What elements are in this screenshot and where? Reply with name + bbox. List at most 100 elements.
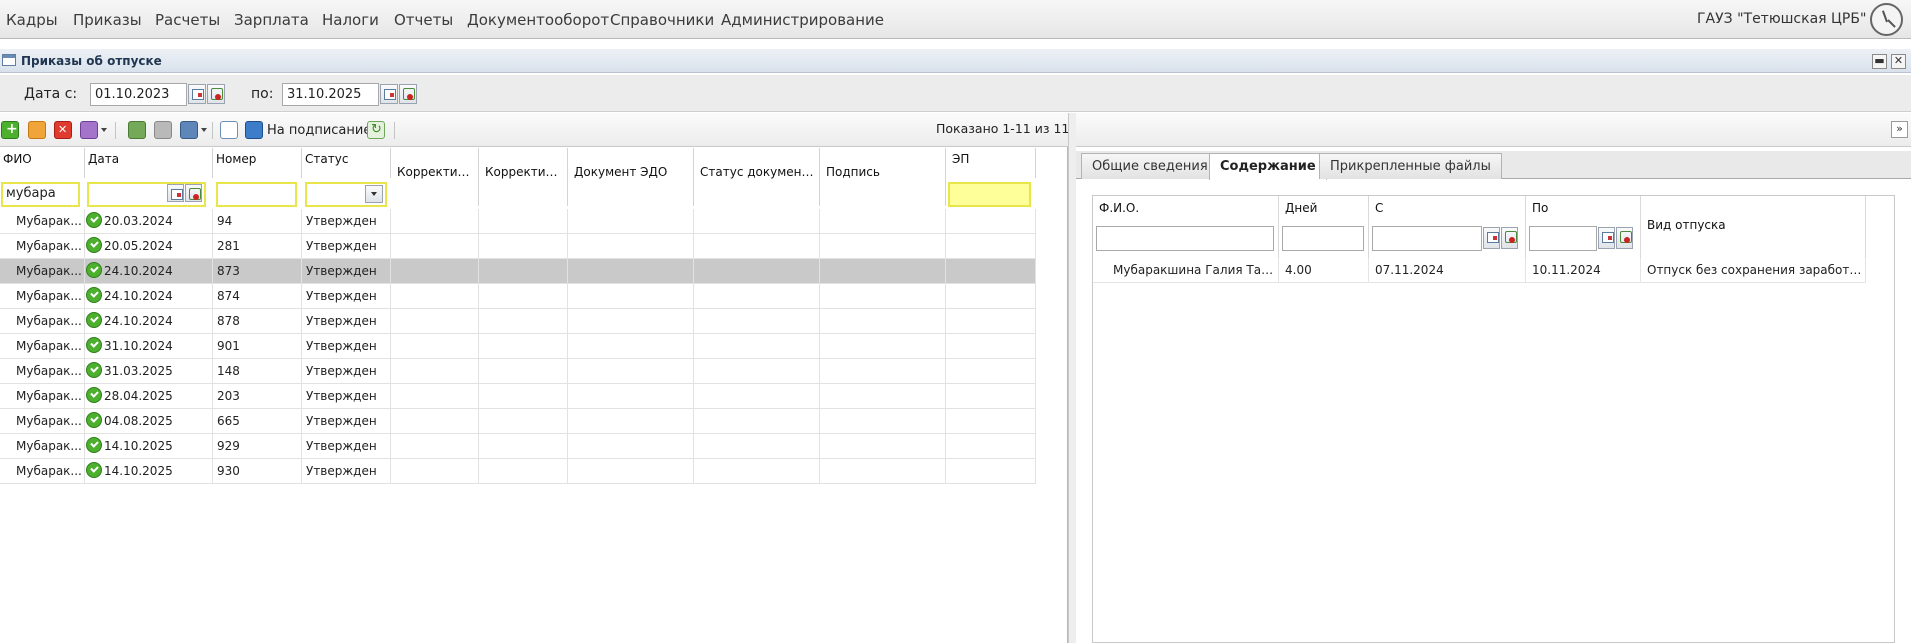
- date-filter-bar: Дата с: 01.10.2023 по: 31.10.2025: [0, 75, 1911, 112]
- table-row[interactable]: Мубарак... 20.03.2024 94 Утвержден: [0, 209, 1036, 234]
- cell-fio: Мубаракшина Галия Тау...: [1093, 258, 1279, 283]
- cell-date-text: 20.03.2024: [104, 214, 173, 228]
- column-header-correction-1[interactable]: Корректир...: [391, 148, 479, 206]
- cell-empty: [820, 259, 946, 284]
- table-row[interactable]: Мубарак... 20.05.2024 281 Утвержден: [0, 234, 1036, 259]
- clear-date-icon[interactable]: [207, 84, 225, 104]
- menu-item-nalogi[interactable]: Налоги: [322, 11, 379, 29]
- filter-fio-input[interactable]: [1096, 226, 1274, 251]
- content-grid: Ф.И.О. Дней С По Вид отпуска Мубаракшина…: [1092, 195, 1895, 643]
- edit-icon[interactable]: [28, 121, 46, 139]
- menu-item-administrirovanie[interactable]: Администрирование: [721, 11, 884, 29]
- tab-content[interactable]: Содержание: [1209, 153, 1327, 180]
- column-header-edo-document[interactable]: Документ ЭДО: [568, 148, 694, 206]
- cell-empty: [391, 259, 479, 284]
- clock-icon[interactable]: [1870, 3, 1903, 36]
- table-row[interactable]: Мубарак... 31.03.2025 148 Утвержден: [0, 359, 1036, 384]
- table-row[interactable]: Мубарак... 28.04.2025 203 Утвержден: [0, 384, 1036, 409]
- cell-empty: [820, 309, 946, 334]
- menu-item-raschety[interactable]: Расчеты: [155, 11, 220, 29]
- cell-fio: Мубарак...: [0, 459, 85, 484]
- document-icon[interactable]: [220, 121, 238, 139]
- clear-date-icon[interactable]: [399, 84, 417, 104]
- table-row[interactable]: Мубарак... 04.08.2025 665 Утвержден: [0, 409, 1036, 434]
- menu-item-otchety[interactable]: Отчеты: [394, 11, 453, 29]
- cell-date-text: 04.08.2025: [104, 414, 173, 428]
- clear-date-icon[interactable]: [1616, 227, 1633, 249]
- table-row[interactable]: Мубарак... 24.10.2024 878 Утвержден: [0, 309, 1036, 334]
- add-icon[interactable]: [1, 121, 19, 139]
- date-to-input[interactable]: 31.10.2025: [282, 83, 379, 106]
- minimize-button[interactable]: ▬: [1872, 54, 1887, 69]
- cell-status: Утвержден: [302, 259, 391, 284]
- unapprove-icon[interactable]: [154, 121, 172, 139]
- cell-empty: [946, 334, 1036, 359]
- filter-from-input[interactable]: [1372, 226, 1482, 251]
- actions-icon[interactable]: [80, 121, 98, 139]
- cell-status: Утвержден: [302, 284, 391, 309]
- panel-splitter[interactable]: [1068, 113, 1076, 643]
- menu-item-spravochniki[interactable]: Справочники: [610, 11, 714, 29]
- collapse-icon[interactable]: »: [1891, 121, 1908, 138]
- filter-number-input[interactable]: [216, 182, 297, 207]
- records-count: Показано 1-11 из 11: [936, 121, 1070, 136]
- date-from-input[interactable]: 01.10.2023: [90, 83, 187, 106]
- delete-icon[interactable]: [54, 121, 72, 139]
- column-header-status[interactable]: Статус: [302, 148, 391, 178]
- calendar-icon[interactable]: [1483, 227, 1500, 249]
- table-row[interactable]: Мубарак... 24.10.2024 874 Утвержден: [0, 284, 1036, 309]
- cell-status: Утвержден: [302, 384, 391, 409]
- filter-days-input[interactable]: [1282, 226, 1364, 251]
- orders-panel: На подписание Показано 1-11 из 11 ФИО Да…: [0, 113, 1070, 643]
- approved-icon: [86, 262, 102, 278]
- cell-empty: [694, 409, 820, 434]
- cell-empty: [694, 434, 820, 459]
- column-header-number[interactable]: Номер: [213, 148, 302, 178]
- cell-fio: Мубарак...: [0, 334, 85, 359]
- cell-number: 874: [213, 284, 302, 309]
- column-header-ep[interactable]: ЭП: [946, 148, 1036, 178]
- cell-date-text: 24.10.2024: [104, 289, 173, 303]
- column-header-correction-2[interactable]: Корректир...: [479, 148, 568, 206]
- print-icon[interactable]: [180, 121, 198, 139]
- tab-attachments[interactable]: Прикрепленные файлы: [1319, 153, 1502, 179]
- send-to-sign-button[interactable]: На подписание: [267, 123, 371, 138]
- column-header-fio[interactable]: ФИО: [0, 148, 85, 178]
- menu-item-dokumentooborot[interactable]: Документооборот: [467, 11, 609, 29]
- toolbar-separator: [115, 122, 116, 139]
- chevron-down-icon[interactable]: [365, 185, 383, 203]
- menu-item-prikazy[interactable]: Приказы: [73, 11, 142, 29]
- column-header-leave-type[interactable]: Вид отпуска: [1641, 196, 1866, 258]
- table-row[interactable]: Мубарак... 14.10.2025 929 Утвержден: [0, 434, 1036, 459]
- chevron-down-icon[interactable]: [201, 128, 207, 132]
- filter-ep-input[interactable]: [948, 182, 1031, 207]
- tab-general[interactable]: Общие сведения: [1081, 153, 1219, 179]
- table-row[interactable]: Мубарак... 14.10.2025 930 Утвержден: [0, 459, 1036, 484]
- menu-item-kadry[interactable]: Кадры: [6, 11, 58, 29]
- menu-item-zarplata[interactable]: Зарплата: [234, 11, 309, 29]
- calendar-icon[interactable]: [167, 184, 184, 202]
- calendar-icon[interactable]: [380, 84, 398, 104]
- table-row[interactable]: Мубарак... 31.10.2024 901 Утвержден: [0, 334, 1036, 359]
- clear-date-icon[interactable]: [1501, 227, 1518, 249]
- column-header-signature[interactable]: Подпись: [820, 148, 946, 206]
- calendar-icon[interactable]: [188, 84, 206, 104]
- close-button[interactable]: ✕: [1891, 54, 1906, 69]
- send-to-sign-icon[interactable]: [245, 121, 263, 139]
- cell-number: 873: [213, 259, 302, 284]
- table-row[interactable]: Мубаракшина Галия Тау... 4.00 07.11.2024…: [1093, 258, 1866, 283]
- refresh-icon[interactable]: [367, 121, 385, 139]
- column-header-date[interactable]: Дата: [85, 148, 213, 178]
- filter-to-input[interactable]: [1529, 226, 1597, 251]
- approved-icon: [86, 237, 102, 253]
- table-row[interactable]: Мубарак... 24.10.2024 873 Утвержден: [0, 259, 1036, 284]
- clear-date-icon[interactable]: [185, 184, 202, 202]
- filter-fio-input[interactable]: мубара: [1, 182, 80, 207]
- column-header-document-status[interactable]: Статус документ...: [694, 148, 820, 206]
- calendar-icon[interactable]: [1598, 227, 1615, 249]
- approve-icon[interactable]: [128, 121, 146, 139]
- chevron-down-icon[interactable]: [101, 128, 107, 132]
- cell-empty: [694, 309, 820, 334]
- cell-status: Утвержден: [302, 434, 391, 459]
- cell-date: 14.10.2025: [85, 459, 213, 484]
